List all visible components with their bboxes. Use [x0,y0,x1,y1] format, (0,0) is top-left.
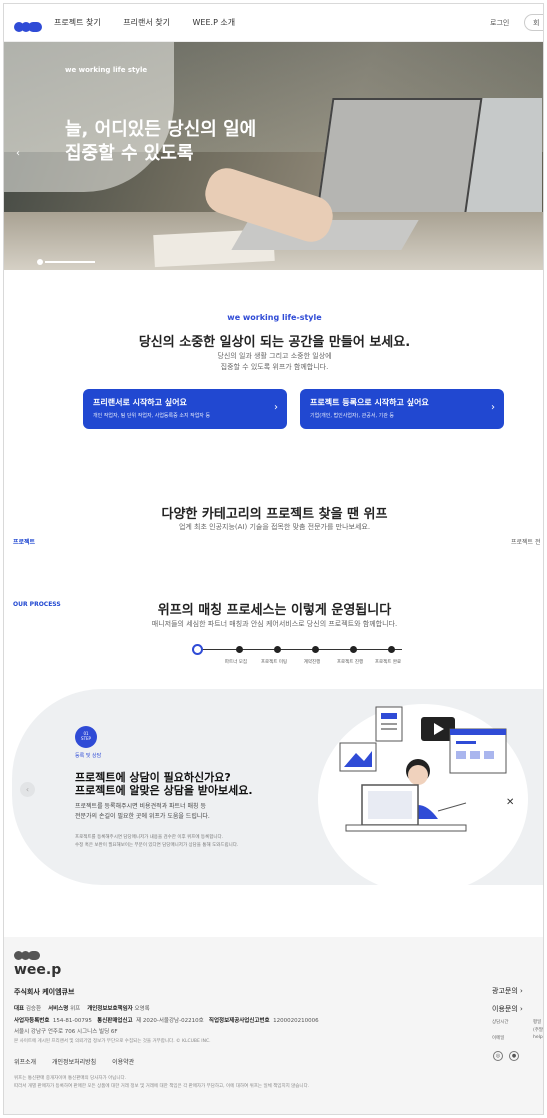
logo[interactable] [14,17,42,36]
nav-about[interactable]: WEE.P 소개 [193,18,236,27]
timeline-step-active[interactable] [192,644,203,655]
footer-link-terms[interactable]: 이용약관 [112,1059,134,1066]
timeline-label: 프로젝트 미팅 [260,660,288,665]
intro-desc-2: 집중할 수 있도록 위프가 함께합니다. [220,363,329,371]
company-name: 주식회사 케이엠큐브 [14,988,75,996]
timeline-step[interactable] [312,646,319,653]
hours-label: 상담시간 [492,1020,509,1025]
page: 프로젝트 찾기 프리랜서 찾기 WEE.P 소개 로그인 회 we workin… [3,3,544,1115]
hero-tagline: we working life style [65,66,148,74]
timeline-step[interactable] [236,646,243,653]
nav-find-freelancer[interactable]: 프리랜서 찾기 [123,18,170,27]
chevron-left-icon[interactable]: ‹ [20,782,35,797]
login-link[interactable]: 로그인 [490,18,509,28]
timeline-label: 파트너 모집 [224,660,248,665]
process-desc: 매니저들의 세심한 파트너 매칭과 안심 케어서비스로 당신의 프로젝트와 함께… [151,620,398,628]
footer-link-privacy[interactable]: 개인정보처리방침 [52,1059,96,1066]
footer-logo[interactable]: wee.p [14,945,61,978]
timeline-step[interactable] [274,646,281,653]
footer-links: 위프소개 개인정보처리방침 이용약관 [14,1057,148,1066]
hero-image-laptop [315,98,483,218]
chevron-left-icon[interactable]: ‹ [16,148,20,159]
hours-weekend: (주말 [533,1028,544,1033]
timeline-step[interactable] [388,646,395,653]
category-title: 다양한 카테고리의 프로젝트 찾을 땐 위프 [161,507,388,522]
timeline-label: 프로젝트 완료 [374,660,402,665]
step-title: 프로젝트에 상담이 필요하신가요? 프로젝트에 알맞은 상담을 받아보세요. [75,771,253,797]
email-label: 이메일 [492,1036,505,1041]
step-description: 프로젝트를 등록해주시면 비용견적과 파트너 매칭 등 전문가의 손길이 필요한… [75,803,210,820]
intro-eyebrow: we working life-style [227,313,322,322]
timeline-label: 프로젝트 진행 [336,660,364,665]
chevron-right-icon: › [491,402,495,413]
chevron-right-icon: › [274,402,278,413]
email-value[interactable]: help [533,1035,543,1040]
service-inquiry-link[interactable]: 이용문의 › [492,1004,523,1014]
instagram-icon[interactable]: ◎ [493,1051,503,1061]
hours-value: 평일 [533,1020,542,1025]
site-header: 프로젝트 찾기 프리랜서 찾기 WEE.P 소개 로그인 회 [4,4,543,42]
category-desc: 업계 최초 인공지능(AI) 기술을 접목한 맞춤 전문가를 만나보세요. [178,523,371,531]
consulting-illustration [339,706,507,832]
step-badge: 01 STEP [75,726,97,748]
footer-notice: 위프는 통신판매 중개자이며 통신판매의 당사자가 아닙니다. 따라서 개별 판… [14,1076,310,1089]
company-info-row-1: 대표 김승환 서비스명 위프 개인정보보호책임자 오영록 [14,1006,150,1012]
slide-dot[interactable] [37,258,43,265]
ad-inquiry-link[interactable]: 광고문의 › [492,986,523,996]
chat-icon[interactable]: ● [509,1051,519,1061]
slide-progress [45,260,95,263]
process-title: 위프의 매칭 프로세스는 이렇게 운영됩니다 [157,603,392,618]
footer-link-about[interactable]: 위프소개 [14,1059,36,1066]
slider-pagination[interactable] [37,251,95,270]
step-note: 프로젝트를 등록해주시면 담당매니저가 내용을 검수한 이후 위프에 등록합니다… [75,835,239,848]
freelancer-start-button[interactable]: 프리랜서로 시작하고 싶어요 개인 작업자, 팀 단위 작업자, 사업등록증 소… [83,389,287,429]
process-timeline [192,644,402,655]
site-footer: wee.p 주식회사 케이엠큐브 대표 김승환 서비스명 위프 개인정보보호책임… [4,937,544,1114]
hero-banner: we working life style 늘, 어디있든 당신의 일에 집중할… [4,42,543,270]
category-tab-left[interactable]: 프로젝트 [13,537,35,546]
timeline-step[interactable] [350,646,357,653]
intro-title: 당신의 소중한 일상이 되는 공간을 만들어 보세요. [138,335,411,350]
category-tab-right[interactable]: 프로젝트 전 [511,537,541,546]
company-info-row-2: 사업자등록번호 154-81-00795 통신판매업신고 제 2020-서울강남… [14,1018,319,1024]
close-icon[interactable]: ✕ [506,797,514,808]
main-nav: 프로젝트 찾기 프리랜서 찾기 WEE.P 소개 [54,17,255,28]
signup-button[interactable]: 회 [524,14,543,31]
nav-find-project[interactable]: 프로젝트 찾기 [54,18,101,27]
intro-desc-1: 당신의 일과 생활 그리고 소중한 일상에 [217,352,332,360]
project-start-button[interactable]: 프로젝트 등록으로 시작하고 싶어요 기업(개인, 법인사업자), 관공서, 기… [300,389,504,429]
company-address: 서울시 강남구 언주로 706 시그니스 빌딩 6F [14,1029,118,1035]
hero-title: 늘, 어디있든 당신의 일에 집중할 수 있도록 [65,119,257,164]
step-name: 등록 및 상담 [75,753,102,759]
copyright: 본 사이트에 게시된 프리랜서 및 의뢰기업 정보가 무단으로 수집되는 것을 … [14,1039,211,1044]
timeline-label: 계약진행 [303,660,321,665]
